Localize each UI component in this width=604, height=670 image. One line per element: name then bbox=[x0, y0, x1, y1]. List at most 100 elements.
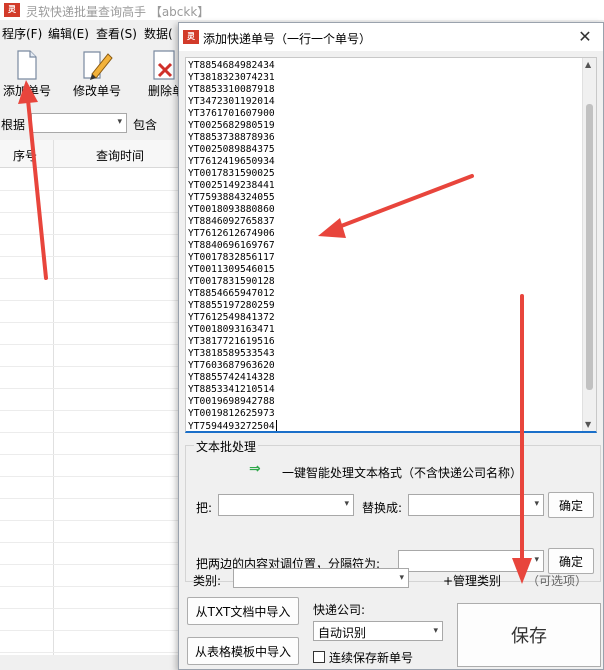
tracking-number-line: YT7593884324055 bbox=[188, 192, 275, 203]
tracking-number-line: YT8855197280259 bbox=[188, 300, 275, 311]
document-icon bbox=[17, 50, 37, 80]
replace-from-select[interactable]: ▾ bbox=[218, 494, 354, 516]
tracking-number-line: YT7612419650934 bbox=[188, 156, 275, 167]
grid-row-line bbox=[0, 212, 180, 213]
grid-row-line bbox=[0, 608, 180, 609]
smart-format-link[interactable]: 一键智能处理文本格式（不含快递公司名称） bbox=[282, 464, 522, 481]
app-logo-icon: 灵 bbox=[4, 3, 20, 17]
tracking-number-line: YT0011309546015 bbox=[188, 264, 275, 275]
chevron-down-icon: ▾ bbox=[433, 626, 438, 636]
chevron-down-icon: ▾ bbox=[534, 555, 539, 565]
main-window-title: 灵软快递批量查询高手 【abckk】 bbox=[26, 5, 210, 19]
courier-select[interactable]: 自动识别 ▾ bbox=[313, 621, 443, 641]
main-toolbar: 添加单号 修改单号 删除单 bbox=[0, 44, 200, 108]
grid-row-line bbox=[0, 410, 180, 411]
pencil-icon bbox=[83, 51, 113, 80]
add-number-button[interactable]: 添加单号 bbox=[0, 44, 54, 106]
grid-row-line bbox=[0, 322, 180, 323]
dialog-app-icon: 灵 bbox=[183, 30, 199, 44]
tracking-number-line: YT0025682980519 bbox=[188, 120, 275, 131]
tracking-number-line: YT0019698942788 bbox=[188, 396, 275, 407]
grid-row-line bbox=[0, 256, 180, 257]
grid-row-line bbox=[0, 366, 180, 367]
tracking-number-line: YT8855742414328 bbox=[188, 372, 275, 383]
tracking-number-line: YT8854684982434 bbox=[188, 60, 275, 71]
filter-mode-select[interactable]: 包含 bbox=[133, 116, 157, 133]
menu-program[interactable]: 程序(F) bbox=[2, 25, 42, 42]
tracking-number-line: YT8846092765837 bbox=[188, 216, 275, 227]
courier-label: 快递公司: bbox=[313, 603, 366, 617]
tracking-number-line: YT8853310087918 bbox=[188, 84, 275, 95]
menu-data[interactable]: 数据( bbox=[144, 25, 173, 42]
manage-category-link[interactable]: +管理类别 bbox=[443, 572, 501, 589]
swap-confirm-button[interactable]: 确定 bbox=[548, 548, 594, 574]
tracking-number-line: YT7603687963620 bbox=[188, 360, 275, 371]
continuous-save-label: 连续保存新单号 bbox=[329, 651, 414, 665]
tracking-number-line: YT3817721619516 bbox=[188, 336, 275, 347]
grid-row-line bbox=[0, 234, 180, 235]
column-query-time[interactable]: 查询时间 bbox=[96, 147, 144, 164]
main-titlebar: 灵 灵软快递批量查询高手 【abckk】 bbox=[0, 0, 604, 20]
category-label: 类别: bbox=[193, 574, 222, 588]
import-template-button[interactable]: 从表格模板中导入 bbox=[187, 637, 299, 665]
grid-row-line bbox=[0, 300, 180, 301]
tracking-number-line: YT0018093880860 bbox=[188, 204, 275, 215]
edit-number-button[interactable]: 修改单号 bbox=[68, 44, 126, 106]
main-status-bar bbox=[0, 656, 180, 670]
filter-label: 根据 bbox=[1, 118, 26, 132]
dialog-title: 添加快递单号（一行一个单号） bbox=[203, 32, 372, 46]
tracking-number-line: YT0019812625973 bbox=[188, 408, 275, 419]
grid-row-line bbox=[0, 498, 180, 499]
grid-row-line bbox=[0, 476, 180, 477]
tracking-number-line: YT7612549841372 bbox=[188, 312, 275, 323]
tracking-number-line: YT0017831590128 bbox=[188, 276, 275, 287]
tracking-numbers-textarea[interactable]: YT8854684982434 YT3818323074231 YT88533100… bbox=[185, 57, 597, 433]
tracking-number-line: YT8853738878936 bbox=[188, 132, 275, 143]
filter-field-select[interactable]: ▾ bbox=[31, 113, 127, 133]
grid-row-line bbox=[0, 542, 180, 543]
replace-confirm-button[interactable]: 确定 bbox=[548, 492, 594, 518]
grid-column-divider bbox=[53, 140, 54, 655]
chevron-down-icon: ▾ bbox=[534, 499, 539, 509]
import-txt-button[interactable]: 从TXT文档中导入 bbox=[187, 597, 299, 625]
chevron-down-icon: ▾ bbox=[117, 117, 122, 127]
replace-to-label: 替换成: bbox=[362, 501, 403, 515]
save-button[interactable]: 保存 bbox=[457, 603, 601, 667]
swap-separator-select[interactable]: ▾ bbox=[398, 550, 544, 572]
optional-hint: （可选项） bbox=[527, 574, 588, 588]
batch-legend: 文本批处理 bbox=[194, 438, 259, 455]
delete-icon bbox=[153, 50, 175, 80]
tracking-number-line: YT0017832856117 bbox=[188, 252, 275, 263]
vertical-scrollbar[interactable]: ▲ ▼ bbox=[582, 58, 596, 431]
column-index[interactable]: 序号 bbox=[13, 147, 37, 164]
grid-row-line bbox=[0, 586, 180, 587]
menu-edit[interactable]: 编辑(E) bbox=[48, 25, 89, 42]
arrow-right-icon: ⇒ bbox=[249, 461, 261, 477]
scroll-down-icon[interactable]: ▼ bbox=[585, 420, 591, 429]
grid-row-line bbox=[0, 564, 180, 565]
tracking-number-line: YT8840696169767 bbox=[188, 240, 275, 251]
category-select[interactable]: ▾ bbox=[233, 568, 409, 588]
results-grid: 序号 查询时间 bbox=[0, 140, 180, 655]
filter-bar: 根据 ▾ 包含 bbox=[0, 110, 200, 136]
courier-value: 自动识别 bbox=[318, 626, 367, 640]
tracking-number-line: YT3761701607900 bbox=[188, 108, 275, 119]
tracking-number-line: YT8853341210514 bbox=[188, 384, 275, 395]
grid-row-line bbox=[0, 454, 180, 455]
text-caret bbox=[275, 420, 277, 431]
tracking-number-line: YT7612612674906 bbox=[188, 228, 275, 239]
tracking-number-line: YT7594493272504 bbox=[188, 420, 277, 432]
add-number-label: 添加单号 bbox=[2, 84, 51, 98]
grid-row-line bbox=[0, 190, 180, 191]
close-icon[interactable]: ✕ bbox=[575, 27, 595, 47]
scroll-up-icon[interactable]: ▲ bbox=[585, 60, 591, 69]
grid-row-line bbox=[0, 520, 180, 521]
scrollbar-thumb[interactable] bbox=[586, 104, 593, 390]
menu-view[interactable]: 查看(S) bbox=[96, 25, 137, 42]
grid-row-line bbox=[0, 344, 180, 345]
continuous-save-checkbox[interactable] bbox=[313, 651, 325, 663]
tracking-numbers-list: YT8854684982434 YT3818323074231 YT88533100… bbox=[188, 60, 277, 432]
grid-row-line bbox=[0, 630, 180, 631]
grid-row-line bbox=[0, 388, 180, 389]
replace-to-select[interactable]: ▾ bbox=[408, 494, 544, 516]
